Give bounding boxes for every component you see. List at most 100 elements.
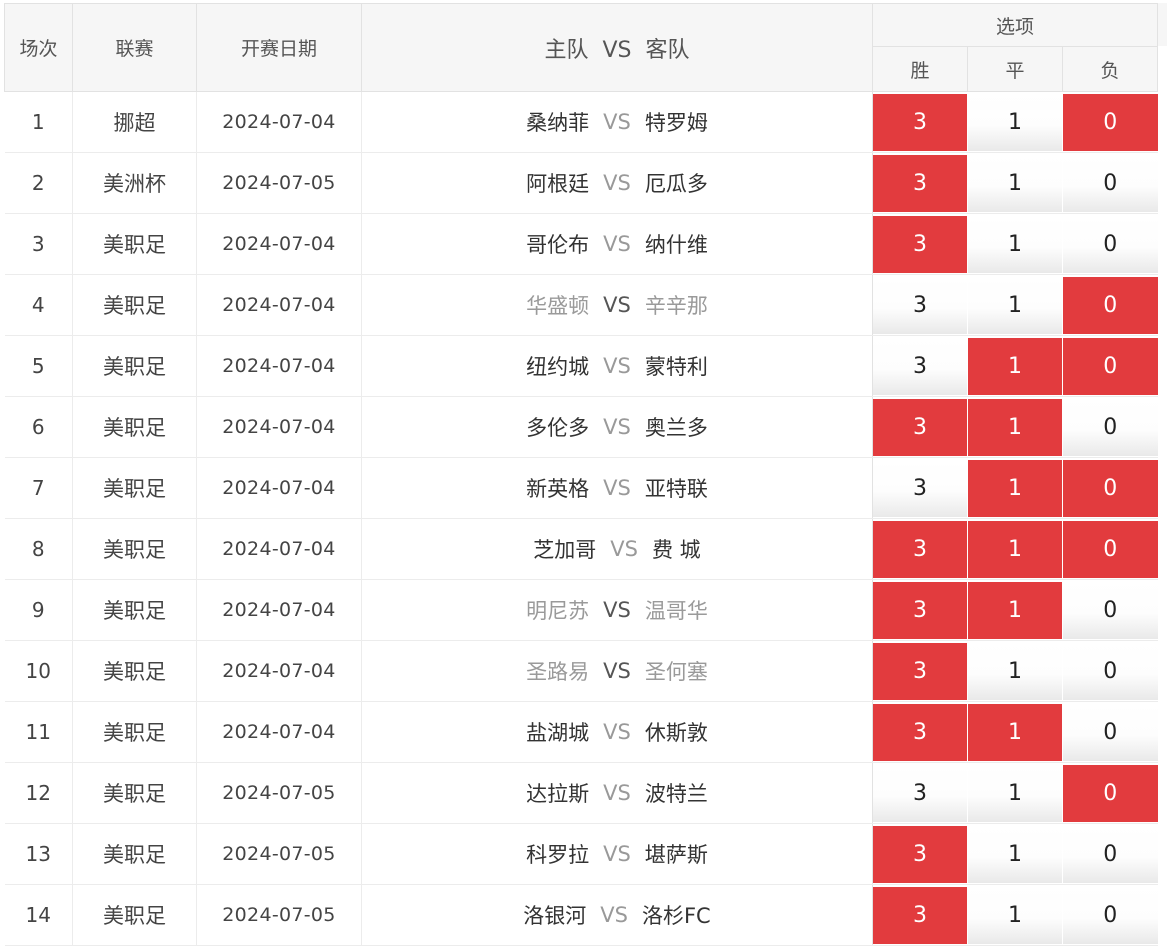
league-name: 美职足 bbox=[72, 701, 197, 763]
draw-option-button[interactable]: 1 bbox=[968, 154, 1062, 212]
home-team: 圣路易 bbox=[526, 660, 590, 684]
win-option-button[interactable]: 3 bbox=[873, 154, 967, 212]
table-row: 12 美职足 2024-07-05 达拉斯 VS 波特兰 3 1 0 bbox=[4, 762, 1158, 824]
match-number: 11 bbox=[4, 701, 73, 763]
win-cell: 3 bbox=[872, 701, 968, 763]
match-number: 13 bbox=[4, 823, 73, 885]
vs-label: VS bbox=[603, 415, 631, 439]
table-row: 4 美职足 2024-07-04 华盛顿 VS 辛辛那 3 1 0 bbox=[4, 274, 1158, 336]
header-match: 主队 VS 客队 bbox=[361, 3, 873, 92]
loss-option-button[interactable]: 0 bbox=[1063, 703, 1158, 761]
header-edge bbox=[1157, 3, 1167, 46]
match-date: 2024-07-04 bbox=[196, 335, 362, 397]
match-number: 3 bbox=[4, 213, 73, 275]
table-row: 9 美职足 2024-07-04 明尼苏 VS 温哥华 3 1 0 bbox=[4, 579, 1158, 641]
draw-option-button[interactable]: 1 bbox=[968, 520, 1062, 578]
vs-label: VS bbox=[603, 842, 631, 866]
loss-option-button[interactable]: 0 bbox=[1063, 337, 1158, 395]
match-teams: 明尼苏 VS 温哥华 bbox=[361, 579, 873, 641]
match-number: 1 bbox=[4, 91, 73, 153]
loss-option-button[interactable]: 0 bbox=[1063, 520, 1158, 578]
table-row: 7 美职足 2024-07-04 新英格 VS 亚特联 3 1 0 bbox=[4, 457, 1158, 519]
match-number: 14 bbox=[4, 884, 73, 946]
draw-option-button[interactable]: 1 bbox=[968, 764, 1062, 822]
draw-option-button[interactable]: 1 bbox=[968, 886, 1062, 944]
match-teams: 洛银河 VS 洛杉FC bbox=[361, 884, 873, 946]
loss-option-button[interactable]: 0 bbox=[1063, 581, 1158, 639]
home-team: 华盛顿 bbox=[526, 294, 590, 318]
win-option-button[interactable]: 3 bbox=[873, 642, 967, 700]
win-cell: 3 bbox=[872, 457, 968, 519]
away-team: 费 城 bbox=[652, 538, 701, 562]
loss-cell: 0 bbox=[1062, 396, 1158, 458]
loss-cell: 0 bbox=[1062, 213, 1158, 275]
draw-cell: 1 bbox=[967, 701, 1063, 763]
league-name: 美洲杯 bbox=[72, 152, 197, 214]
vs-label: VS bbox=[603, 598, 631, 622]
win-cell: 3 bbox=[872, 762, 968, 824]
league-name: 美职足 bbox=[72, 213, 197, 275]
match-teams: 纽约城 VS 蒙特利 bbox=[361, 335, 873, 397]
vs-label: VS bbox=[603, 293, 631, 317]
win-option-button[interactable]: 3 bbox=[873, 520, 967, 578]
table-row: 13 美职足 2024-07-05 科罗拉 VS 堪萨斯 3 1 0 bbox=[4, 823, 1158, 885]
loss-option-button[interactable]: 0 bbox=[1063, 642, 1158, 700]
header-loss: 负 bbox=[1062, 46, 1158, 92]
loss-cell: 0 bbox=[1062, 152, 1158, 214]
league-name: 美职足 bbox=[72, 457, 197, 519]
draw-option-button[interactable]: 1 bbox=[968, 703, 1062, 761]
draw-option-button[interactable]: 1 bbox=[968, 93, 1062, 151]
away-team: 温哥华 bbox=[644, 599, 708, 623]
win-option-button[interactable]: 3 bbox=[873, 825, 967, 883]
draw-option-button[interactable]: 1 bbox=[968, 215, 1062, 273]
draw-option-button[interactable]: 1 bbox=[968, 398, 1062, 456]
draw-option-button[interactable]: 1 bbox=[968, 642, 1062, 700]
win-option-button[interactable]: 3 bbox=[873, 886, 967, 944]
header-win: 胜 bbox=[872, 46, 968, 92]
loss-cell: 0 bbox=[1062, 335, 1158, 397]
vs-label: VS bbox=[610, 537, 638, 561]
loss-option-button[interactable]: 0 bbox=[1063, 825, 1158, 883]
draw-option-button[interactable]: 1 bbox=[968, 825, 1062, 883]
loss-option-button[interactable]: 0 bbox=[1063, 276, 1158, 334]
win-cell: 3 bbox=[872, 213, 968, 275]
table-row: 8 美职足 2024-07-04 芝加哥 VS 费 城 310 bbox=[4, 518, 1158, 580]
win-option-button[interactable]: 3 bbox=[873, 459, 967, 517]
match-teams: 华盛顿 VS 辛辛那 bbox=[361, 274, 873, 336]
win-cell: 3 bbox=[872, 823, 968, 885]
loss-option-button[interactable]: 0 bbox=[1063, 886, 1158, 944]
loss-option-button[interactable]: 0 bbox=[1063, 154, 1158, 212]
draw-option-button[interactable]: 1 bbox=[968, 337, 1062, 395]
home-team: 哥伦布 bbox=[526, 233, 590, 257]
win-option-button[interactable]: 3 bbox=[873, 581, 967, 639]
away-team: 圣何塞 bbox=[644, 660, 708, 684]
loss-option-button[interactable]: 0 bbox=[1063, 215, 1158, 273]
vs-label: VS bbox=[603, 476, 631, 500]
loss-option-button[interactable]: 0 bbox=[1063, 764, 1158, 822]
loss-option-button[interactable]: 0 bbox=[1063, 459, 1158, 517]
win-cell: 3 bbox=[872, 335, 968, 397]
win-option-button[interactable]: 3 bbox=[873, 703, 967, 761]
draw-option-button[interactable]: 1 bbox=[968, 459, 1062, 517]
loss-option-button[interactable]: 0 bbox=[1063, 398, 1158, 456]
loss-option-button[interactable]: 0 bbox=[1063, 93, 1158, 151]
win-option-button[interactable]: 3 bbox=[873, 276, 967, 334]
win-option-button[interactable]: 3 bbox=[873, 215, 967, 273]
away-team: 纳什维 bbox=[644, 233, 708, 257]
win-option-button[interactable]: 3 bbox=[873, 764, 967, 822]
draw-option-button[interactable]: 1 bbox=[968, 276, 1062, 334]
loss-cell: 0 bbox=[1062, 701, 1158, 763]
win-option-button[interactable]: 3 bbox=[873, 93, 967, 151]
match-date: 2024-07-05 bbox=[196, 884, 362, 946]
win-option-button[interactable]: 3 bbox=[873, 398, 967, 456]
loss-cell: 0 bbox=[1062, 457, 1158, 519]
draw-cell: 1 bbox=[967, 579, 1063, 641]
draw-option-button[interactable]: 1 bbox=[968, 581, 1062, 639]
match-date: 2024-07-05 bbox=[196, 762, 362, 824]
table-row: 14 美职足 2024-07-05 洛银河 VS 洛杉FC 3 1 0 bbox=[4, 884, 1158, 946]
draw-cell: 1 bbox=[967, 396, 1063, 458]
header-date: 开赛日期 bbox=[196, 3, 362, 92]
match-date: 2024-07-04 bbox=[196, 91, 362, 153]
win-option-button[interactable]: 3 bbox=[873, 337, 967, 395]
draw-cell: 1 bbox=[967, 213, 1063, 275]
